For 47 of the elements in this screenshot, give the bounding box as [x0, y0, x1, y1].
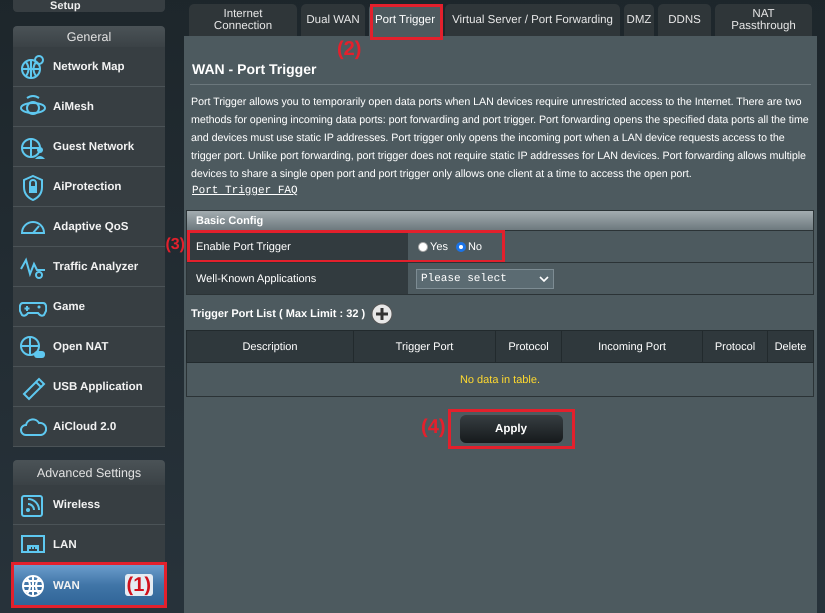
- sidebar-item[interactable]: Game: [13, 287, 165, 327]
- faq-link[interactable]: Port Trigger FAQ: [192, 185, 298, 197]
- section-header: General: [13, 26, 165, 47]
- sidebar-item[interactable]: WAN (1): [13, 565, 165, 607]
- radio-button[interactable]: [456, 242, 466, 252]
- sidebar-item[interactable]: USB Application: [13, 367, 165, 407]
- description-text: Port Trigger allows you to temporarily open data ports when LAN devices require unrestricted access to the Internet. There are two methods for opening incoming data ports: port forwarding and port trigger. Port forwarding opens the specified data ports all the time and devices must use static IP addresses. Port trigger only opens the incoming port when a LAN device requests access to the trigger port. Unlike port forwarding, port trigger does not require static IP addresses for LAN devices. Port forwarding allows multiple devices to share a single open port and port trigger only allows one client at a time to access the open port.: [191, 95, 810, 182]
- field-label: Well-Known Applications: [187, 263, 408, 294]
- callout-label: (1): [124, 574, 153, 596]
- sidebar-item[interactable]: AiProtection: [13, 167, 165, 207]
- sidebar-item[interactable]: Network Map: [13, 47, 165, 87]
- tab[interactable]: DMZ: [624, 4, 654, 36]
- tab[interactable]: Virtual Server / Port Forwarding: [445, 4, 620, 36]
- globe-pin-icon: [19, 52, 47, 80]
- empty-message: No data in table.: [186, 362, 814, 396]
- sidebar-item[interactable]: Traffic Analyzer: [13, 247, 165, 287]
- column-header: Protocol: [702, 330, 768, 362]
- sidebar-item[interactable]: AiCloud 2.0: [13, 407, 165, 447]
- sidebar-item[interactable]: Setup: [13, 0, 165, 12]
- column-header: Incoming Port: [562, 330, 702, 362]
- select-dropdown[interactable]: Please select: [416, 268, 554, 288]
- section-header: Advanced Settings: [13, 460, 165, 485]
- sidebar-item[interactable]: Open NAT: [13, 327, 165, 367]
- tab[interactable]: DDNS: [658, 4, 711, 36]
- column-header: Delete: [768, 330, 814, 362]
- tab[interactable]: Internet Connection: [189, 4, 297, 36]
- callout-label: (4): [421, 416, 446, 439]
- column-header: Description: [186, 330, 354, 362]
- radio-button[interactable]: [418, 242, 428, 252]
- sidebar-item[interactable]: LAN: [13, 525, 165, 565]
- callout-label: (2): [337, 38, 362, 61]
- sidebar-item[interactable]: Guest Network: [13, 127, 165, 167]
- add-icon[interactable]: [371, 303, 394, 325]
- sidebar-item[interactable]: AiMesh: [13, 87, 165, 127]
- tab[interactable]: Dual WAN: [301, 4, 365, 36]
- sidebar-item[interactable]: Adaptive QoS: [13, 207, 165, 247]
- tab[interactable]: NAT Passthrough: [715, 4, 812, 36]
- section-header: Basic Config: [187, 211, 813, 230]
- chevron-down-icon: [539, 276, 549, 282]
- list-title: Trigger Port List ( Max Limit : 32 ): [191, 308, 366, 320]
- column-header: Protocol: [496, 330, 562, 362]
- apply-button[interactable]: Apply: [460, 415, 562, 443]
- radio-option[interactable]: Yes: [418, 240, 448, 252]
- column-header: Trigger Port: [354, 330, 496, 362]
- callout-label: (3): [165, 236, 185, 254]
- sidebar-item[interactable]: Wireless: [13, 485, 165, 525]
- radio-option[interactable]: No: [456, 240, 482, 252]
